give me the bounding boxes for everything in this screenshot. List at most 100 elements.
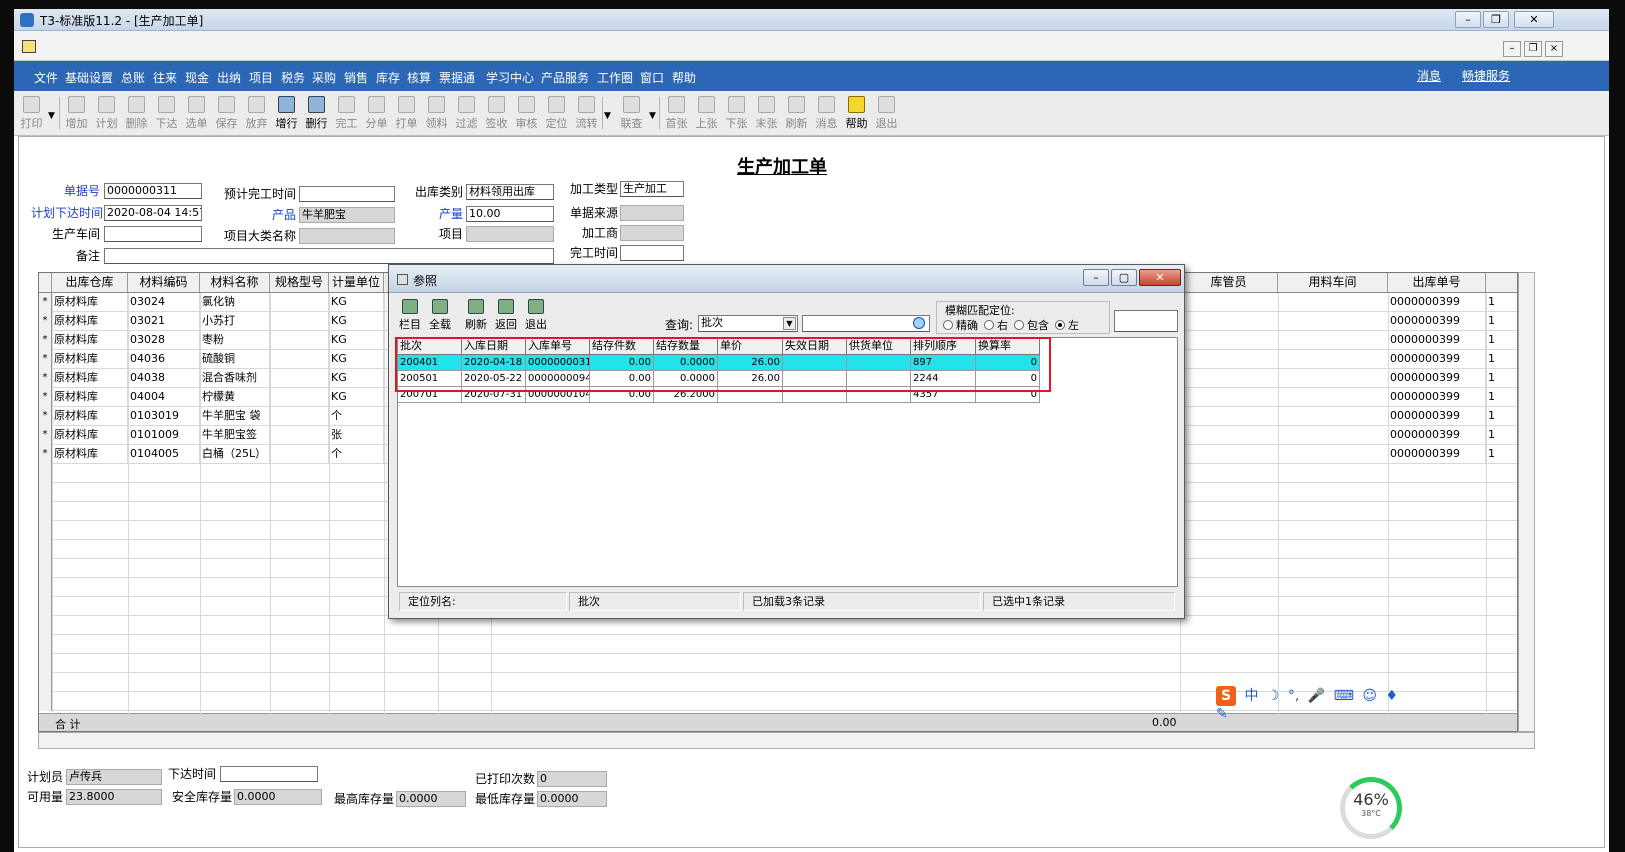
mic-icon[interactable]: 🎤 <box>1308 688 1325 704</box>
ref-table-cell[interactable]: 0.0000 <box>654 371 718 387</box>
dialog-button-1[interactable]: 全载 <box>425 297 455 333</box>
plan-time-field[interactable]: 2020-08-04 14:57 <box>104 205 202 221</box>
planner-field[interactable]: 卢传兵 <box>66 769 162 785</box>
row-header[interactable] <box>39 502 52 521</box>
radio-icon[interactable] <box>1014 320 1024 330</box>
finish-time-field[interactable] <box>620 245 684 261</box>
table-cell[interactable]: 原材料库 <box>52 369 128 388</box>
col-header-keeper[interactable]: 库管员 <box>1180 273 1278 293</box>
menu-item-13[interactable]: 学习中心 <box>486 69 534 86</box>
ref-col-header-3[interactable]: 结存件数 <box>590 338 654 355</box>
ref-table-row[interactable]: 200701 2020-07-31 0000000104 0.00 26.2000 435… <box>398 387 1177 403</box>
table-cell[interactable]: 1 <box>1486 331 1517 350</box>
toolbar-button-18[interactable]: 流转 <box>572 94 601 134</box>
table-cell[interactable]: 03024 <box>128 293 200 312</box>
radio-icon[interactable] <box>943 320 953 330</box>
ref-table-cell[interactable] <box>783 355 847 371</box>
toolbar-button-17[interactable]: 定位 <box>542 94 571 134</box>
table-cell[interactable]: 1 <box>1486 426 1517 445</box>
toolbar-button-10[interactable]: 完工 <box>332 94 361 134</box>
table-cell[interactable]: 小苏打 <box>200 312 270 331</box>
performance-widget[interactable]: 46% 38°C <box>1340 777 1402 839</box>
ref-table-cell[interactable]: 200401 <box>398 355 462 371</box>
row-header[interactable]: * <box>39 331 52 350</box>
row-header[interactable] <box>39 464 52 483</box>
ref-table-cell[interactable]: 2020-04-18 <box>462 355 526 371</box>
table-cell[interactable]: 枣粉 <box>200 331 270 350</box>
table-cell[interactable]: KG <box>329 369 384 388</box>
table-cell[interactable]: 0000000399 <box>1388 426 1486 445</box>
table-cell[interactable]: KG <box>329 388 384 407</box>
table-cell[interactable]: 04038 <box>128 369 200 388</box>
table-cell[interactable]: 1 <box>1486 312 1517 331</box>
ref-table-cell[interactable]: 200501 <box>398 371 462 387</box>
toolbar-button-16[interactable]: 审核 <box>512 94 541 134</box>
dialog-maximize-button[interactable]: ▢ <box>1111 269 1137 286</box>
row-header[interactable]: * <box>39 407 52 426</box>
table-cell[interactable]: 04004 <box>128 388 200 407</box>
table-cell[interactable]: 白桶（25L） <box>200 445 270 464</box>
toolbar-button-11[interactable]: 分单 <box>362 94 391 134</box>
table-cell[interactable]: 氯化钠 <box>200 293 270 312</box>
query-input[interactable] <box>802 315 930 332</box>
table-cell[interactable] <box>270 293 329 312</box>
remark-field[interactable] <box>104 248 554 264</box>
table-cell[interactable] <box>270 331 329 350</box>
table-cell[interactable] <box>270 350 329 369</box>
ref-table-cell[interactable]: 897 <box>911 355 976 371</box>
fuzzy-option-1[interactable]: 右 <box>984 319 1008 332</box>
table-cell[interactable] <box>270 388 329 407</box>
row-header[interactable]: * <box>39 369 52 388</box>
ref-table-cell[interactable]: 200701 <box>398 387 462 403</box>
toolbar-button-25[interactable]: 消息 <box>812 94 841 134</box>
out-type-field[interactable]: 材料领用出库 <box>466 184 554 200</box>
dialog-minimize-button[interactable]: – <box>1083 269 1109 286</box>
ref-table-cell[interactable]: 0.00 <box>590 355 654 371</box>
chevron-down-icon[interactable]: ▼ <box>783 317 796 330</box>
col-header-code[interactable]: 材料编码 <box>128 273 200 293</box>
table-cell[interactable]: 1 <box>1486 369 1517 388</box>
row-header[interactable] <box>39 597 52 616</box>
menu-item-17[interactable]: 帮助 <box>672 69 696 86</box>
ref-col-header-0[interactable]: 批次 <box>398 338 462 355</box>
table-cell[interactable]: 1 <box>1486 293 1517 312</box>
menu-item-11[interactable]: 核算 <box>407 69 431 86</box>
ref-table-cell[interactable]: 0 <box>976 387 1040 403</box>
table-cell[interactable]: 0101009 <box>128 426 200 445</box>
table-cell[interactable]: 0104005 <box>128 445 200 464</box>
menu-right-0[interactable]: 消息 <box>1417 67 1441 84</box>
mdi-restore-button[interactable]: ❐ <box>1524 41 1542 57</box>
dropdown-arrow-link[interactable]: ▼ <box>649 111 656 121</box>
locate-input[interactable] <box>1114 310 1178 332</box>
toolbar-button-27[interactable]: 退出 <box>872 94 901 134</box>
user-icon[interactable]: ☺ <box>1362 688 1377 704</box>
row-header[interactable] <box>39 654 52 673</box>
ref-table-cell[interactable]: 0000000031 <box>526 355 590 371</box>
ref-table-cell[interactable] <box>783 387 847 403</box>
table-cell[interactable]: 原材料库 <box>52 426 128 445</box>
ref-col-header-7[interactable]: 供货单位 <box>847 338 911 355</box>
table-cell[interactable]: 牛羊肥宝 袋 <box>200 407 270 426</box>
table-cell[interactable]: KG <box>329 293 384 312</box>
grid-horizontal-scrollbar[interactable] <box>38 732 1535 749</box>
toolbar-button-0[interactable]: 打印 <box>17 94 46 134</box>
toolbar-button-21[interactable]: 上张 <box>692 94 721 134</box>
toolbar-button-9[interactable]: 删行 <box>302 94 331 134</box>
ref-table-cell[interactable]: 0 <box>976 355 1040 371</box>
ref-col-header-2[interactable]: 入库单号 <box>526 338 590 355</box>
toolbar-button-13[interactable]: 领料 <box>422 94 451 134</box>
issue-time-field[interactable] <box>220 766 318 782</box>
ref-col-header-6[interactable]: 失效日期 <box>783 338 847 355</box>
col-header-unit[interactable]: 计量单位 <box>329 273 384 293</box>
table-cell[interactable]: 个 <box>329 407 384 426</box>
document-icon[interactable] <box>22 40 36 53</box>
moon-icon[interactable]: ☽ <box>1267 688 1280 704</box>
skin-icon[interactable]: ♦ <box>1385 688 1398 704</box>
ref-col-header-1[interactable]: 入库日期 <box>462 338 526 355</box>
table-cell[interactable]: 原材料库 <box>52 331 128 350</box>
menu-item-14[interactable]: 产品服务 <box>541 69 589 86</box>
menu-item-8[interactable]: 采购 <box>312 69 336 86</box>
ref-table-cell[interactable] <box>847 371 911 387</box>
table-cell[interactable]: 03021 <box>128 312 200 331</box>
ref-table-cell[interactable] <box>847 355 911 371</box>
